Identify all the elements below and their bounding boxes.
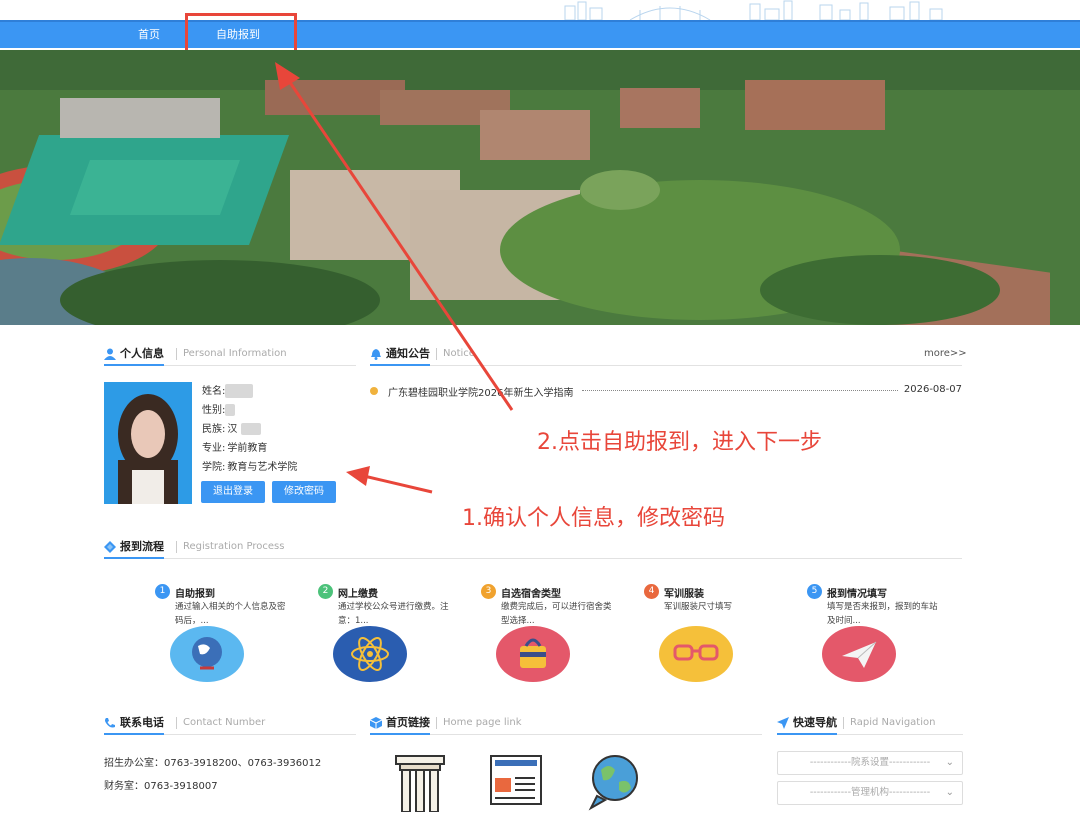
chevron-down-icon: ⌄ <box>945 787 954 798</box>
step-desc: 军训服装尺寸填写 <box>664 602 733 612</box>
chevron-down-icon: ⌄ <box>945 757 954 768</box>
contact-header: 联系电话 Contact Number <box>104 713 356 735</box>
glasses-icon[interactable] <box>659 626 733 682</box>
quicknav-title: 快速导航 <box>777 713 837 735</box>
step-number: 5 <box>807 584 822 599</box>
process-header: 报到流程 Registration Process <box>104 537 962 559</box>
step-number: 3 <box>481 584 496 599</box>
admin-units-select[interactable]: ------------管理机构------------ ⌄ <box>777 781 963 805</box>
atom-icon[interactable] <box>333 626 407 682</box>
step-title: 自助报到 <box>175 589 215 600</box>
links-header: 首页链接 Home page link <box>370 713 762 735</box>
bag-icon[interactable] <box>496 626 570 682</box>
step-title: 网上缴费 <box>338 589 378 600</box>
step-number: 4 <box>644 584 659 599</box>
contact-finance: 财务室：0763-3918007 <box>104 781 218 792</box>
contact-title: 联系电话 <box>104 713 164 735</box>
process-title: 报到流程 <box>104 537 164 559</box>
links-subtitle: Home page link <box>436 717 522 729</box>
quicknav-header: 快速导航 Rapid Navigation <box>777 713 963 735</box>
process-subtitle: Registration Process <box>176 541 284 553</box>
globe-chat-icon[interactable] <box>585 752 645 812</box>
paper-plane-icon[interactable] <box>822 626 896 682</box>
newspaper-icon[interactable] <box>487 752 547 812</box>
step-desc: 通过学校公众号进行缴费。注意：1... <box>338 602 449 626</box>
step-title: 自选宿舍类型 <box>501 589 561 600</box>
departments-select[interactable]: ------------院系设置------------ ⌄ <box>777 751 963 775</box>
step-desc: 缴费完成后，可以进行宿舍类型选择... <box>501 602 612 626</box>
contact-subtitle: Contact Number <box>176 717 265 729</box>
annotation-step1: 1.确认个人信息，修改密码 <box>462 506 725 531</box>
admin-units-select-value: ------------管理机构------------ <box>809 787 931 798</box>
globe-icon[interactable] <box>170 626 244 682</box>
annotation-step2: 2.点击自助报到，进入下一步 <box>537 430 822 455</box>
step-title: 军训服装 <box>664 589 704 600</box>
step-title: 报到情况填写 <box>827 589 887 600</box>
annotation-arrows <box>275 62 514 494</box>
step-desc: 通过输入相关的个人信息及密码后，... <box>175 602 286 626</box>
quicknav-subtitle: Rapid Navigation <box>843 717 935 729</box>
pillar-icon[interactable] <box>390 752 450 812</box>
links-title: 首页链接 <box>370 713 430 735</box>
departments-select-value: ------------院系设置------------ <box>809 757 931 768</box>
contact-admissions: 招生办公室：0763-3918200、0763-3936012 <box>104 758 322 769</box>
step-number: 1 <box>155 584 170 599</box>
step-number: 2 <box>318 584 333 599</box>
step-desc: 填写是否来报到，报到的车站及时间... <box>827 602 938 626</box>
